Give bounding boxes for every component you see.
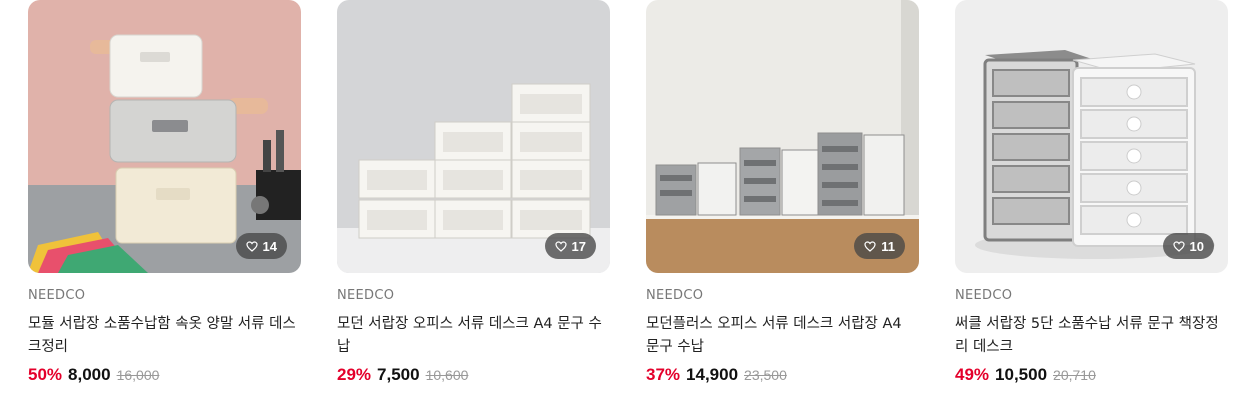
product-card[interactable]: 11 NEEDCO 모던플러스 오피스 서류 데스크 서랍장 A4 문구 수납 …	[646, 0, 919, 385]
heart-outline-icon	[864, 240, 876, 252]
like-count: 11	[881, 238, 895, 254]
original-price: 16,000	[116, 367, 160, 383]
original-price: 23,500	[744, 367, 787, 383]
sale-price: 14,900	[686, 365, 739, 384]
product-card[interactable]: 14 NEEDCO 모듈 서랍장 소품수납함 속옷 양말 서류 데스크정리 50…	[28, 0, 301, 385]
heart-outline-icon	[245, 240, 258, 252]
discount-rate: 49%	[955, 365, 990, 384]
product-card[interactable]: 17 NEEDCO 모던 서랍장 오피스 서류 데스크 A4 문구 수납 29%…	[337, 0, 610, 385]
heart-outline-icon	[554, 240, 567, 252]
like-count: 10	[1189, 238, 1204, 254]
price-row: 37% 14,900 23,500	[646, 365, 919, 385]
product-image[interactable]: 17	[337, 0, 610, 273]
price-row: 50% 8,000 16,000	[28, 365, 301, 385]
product-image[interactable]: 14	[28, 0, 301, 273]
brand-name: NEEDCO	[646, 288, 704, 303]
product-title[interactable]: 모듈 서랍장 소품수납함 속옷 양말 서류 데스크정리	[28, 313, 301, 359]
product-image[interactable]: 10	[955, 0, 1228, 273]
original-price: 20,710	[1053, 367, 1096, 383]
product-image[interactable]: 11	[646, 0, 919, 273]
like-button[interactable]: 11	[854, 233, 905, 259]
discount-rate: 37%	[646, 365, 681, 384]
like-count: 14	[262, 238, 277, 254]
brand-name: NEEDCO	[28, 288, 86, 303]
sale-price: 8,000	[68, 365, 111, 384]
price-row: 49% 10,500 20,710	[955, 365, 1228, 385]
brand-name: NEEDCO	[337, 288, 395, 303]
sale-price: 7,500	[377, 365, 420, 384]
price-row: 29% 7,500 10,600	[337, 365, 610, 385]
like-button[interactable]: 10	[1162, 233, 1214, 259]
product-grid: 14 NEEDCO 모듈 서랍장 소품수납함 속옷 양말 서류 데스크정리 50…	[28, 0, 1228, 385]
like-button[interactable]: 14	[235, 233, 287, 259]
heart-outline-icon	[1172, 240, 1185, 252]
discount-rate: 29%	[337, 365, 372, 384]
product-card[interactable]: 10 NEEDCO 써클 서랍장 5단 소품수납 서류 문구 책장정리 데스크 …	[955, 0, 1228, 385]
sale-price: 10,500	[995, 365, 1048, 384]
product-title[interactable]: 써클 서랍장 5단 소품수납 서류 문구 책장정리 데스크	[955, 313, 1228, 359]
original-price: 10,600	[425, 367, 469, 383]
product-title[interactable]: 모던플러스 오피스 서류 데스크 서랍장 A4 문구 수납	[646, 313, 919, 359]
brand-name: NEEDCO	[955, 288, 1013, 303]
product-title[interactable]: 모던 서랍장 오피스 서류 데스크 A4 문구 수납	[337, 313, 610, 359]
like-button[interactable]: 17	[544, 233, 596, 259]
discount-rate: 50%	[28, 365, 63, 384]
like-count: 17	[571, 238, 586, 254]
